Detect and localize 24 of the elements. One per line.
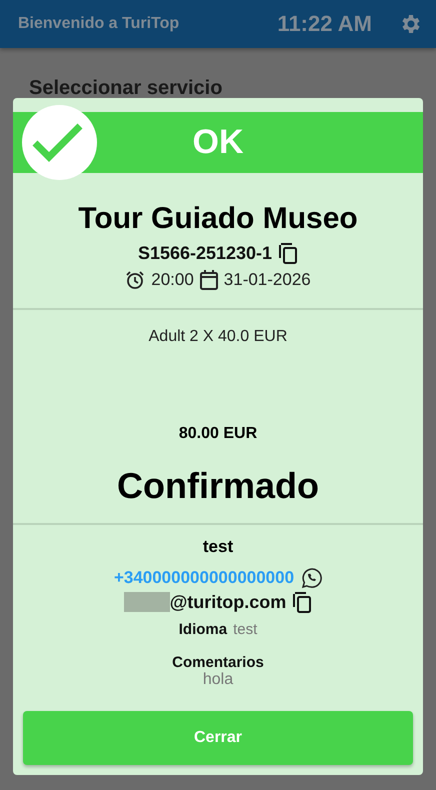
close-button[interactable]: Cerrar (23, 711, 413, 765)
status-label: OK (192, 123, 244, 162)
phone-link[interactable]: +340000000000000000 (114, 568, 294, 588)
tour-date: 31-01-2026 (224, 270, 311, 290)
copy-icon[interactable] (292, 591, 312, 613)
booking-status: Confirmado (117, 465, 319, 507)
ticket-line: Adult 2 X 40.0 EUR (148, 328, 288, 346)
copy-icon[interactable] (278, 242, 298, 264)
clock-time: 11:22 AM (277, 11, 372, 37)
calendar-icon (200, 270, 218, 290)
customer-email: @turitop.com (170, 592, 286, 612)
booking-code: S1566-251230-1 (138, 242, 272, 264)
alarm-clock-icon (125, 270, 146, 290)
tour-time: 20:00 (151, 270, 194, 290)
page-heading: Seleccionar servicio (29, 78, 224, 98)
total-price: 80.00 EUR (178, 425, 258, 443)
language-label: Idioma (178, 621, 228, 638)
tour-name: Tour Guiado Museo (78, 202, 358, 236)
whatsapp-icon[interactable] (300, 567, 322, 589)
language-value: test (233, 621, 258, 638)
app-title: Bienvenido a TuriTop (18, 15, 180, 33)
customer-name: test (202, 537, 234, 557)
comments-label: Comentarios (172, 654, 264, 671)
comments-value: hola (202, 671, 234, 689)
